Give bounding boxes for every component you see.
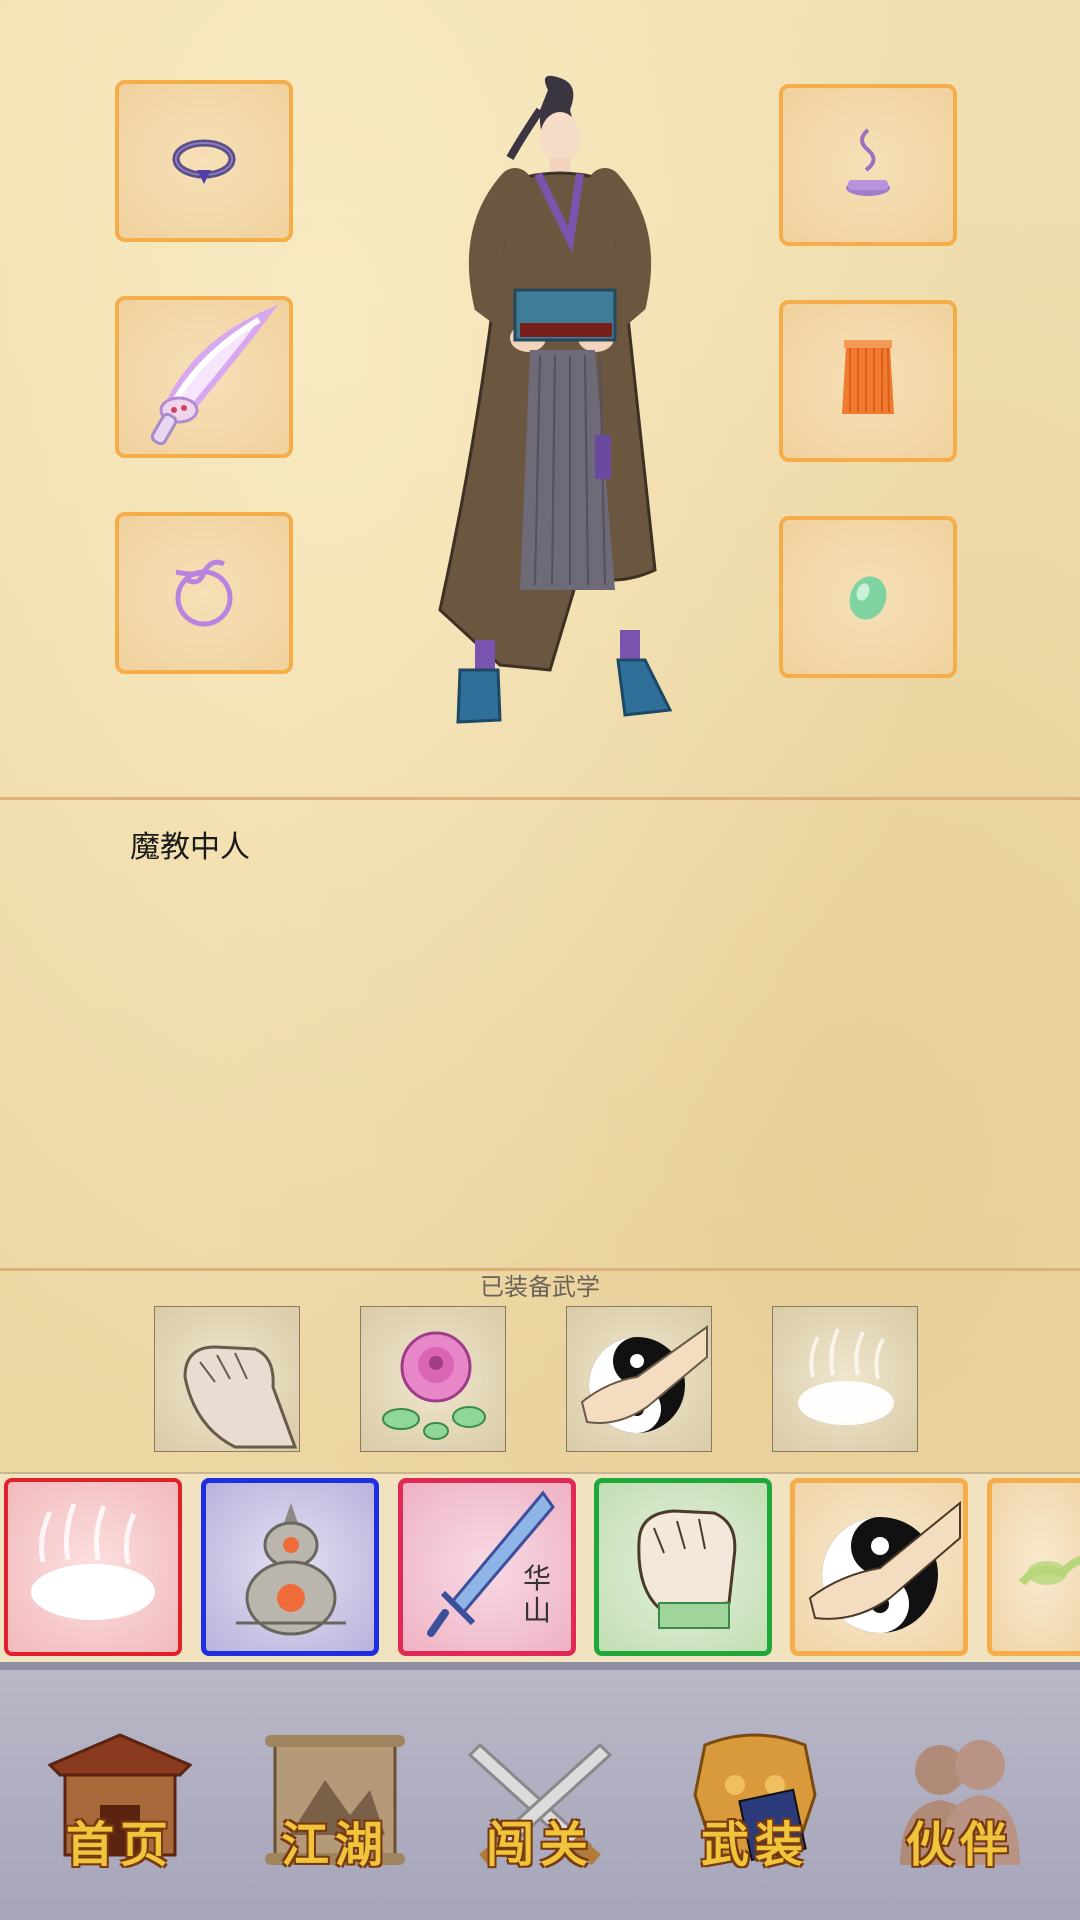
martial-slot-rose[interactable] bbox=[360, 1306, 506, 1452]
nav-home-label: 首页 bbox=[65, 1817, 174, 1873]
gourd-icon bbox=[236, 1503, 346, 1636]
nav-chuangguan-label: 闯关 bbox=[485, 1817, 594, 1873]
nav-jianghu[interactable]: 江湖 bbox=[255, 1725, 415, 1885]
rose-icon bbox=[382, 1331, 486, 1440]
jade-icon bbox=[849, 576, 887, 620]
skill-card-herb[interactable] bbox=[987, 1478, 1080, 1656]
equip-slot-weapon[interactable] bbox=[115, 296, 293, 458]
equip-slot-incense[interactable] bbox=[779, 84, 957, 246]
incense-icon bbox=[846, 128, 890, 196]
knot-bracelet-icon bbox=[175, 559, 233, 627]
robe-icon bbox=[842, 340, 894, 414]
equip-slot-bracelet[interactable] bbox=[115, 512, 293, 674]
character-figure bbox=[438, 75, 673, 724]
nav-jianghu-label: 江湖 bbox=[280, 1817, 389, 1873]
skill-bar: 华山 bbox=[0, 1472, 1080, 1664]
nav-home[interactable]: 首页 bbox=[40, 1725, 200, 1885]
equipped-martial-label: 已装备武学 bbox=[480, 1273, 600, 1301]
mist-icon bbox=[31, 1503, 155, 1620]
herb-icon bbox=[1018, 1556, 1080, 1586]
skill-card-mist[interactable] bbox=[4, 1478, 182, 1656]
fist-icon bbox=[637, 1509, 737, 1629]
saber-icon bbox=[150, 304, 279, 446]
fist-icon bbox=[183, 1345, 298, 1449]
skill-card-sword[interactable]: 华山 bbox=[398, 1478, 576, 1656]
nav-wuzhuang[interactable]: 武装 bbox=[675, 1725, 835, 1885]
bottom-nav: 首页 江湖 闯关 武装 伙伴 bbox=[0, 1662, 1080, 1920]
skill-sword-text: 华山 bbox=[523, 1562, 552, 1627]
taiji-palm-icon bbox=[808, 1500, 961, 1633]
nav-huoban-label: 伙伴 bbox=[905, 1817, 1014, 1873]
nav-wuzhuang-label: 武装 bbox=[700, 1817, 809, 1873]
character-name: 魔教中人 bbox=[130, 830, 250, 865]
mist-icon bbox=[798, 1328, 894, 1425]
ring-icon bbox=[172, 139, 236, 184]
equip-slot-jade[interactable] bbox=[779, 516, 957, 678]
skill-card-fist[interactable] bbox=[594, 1478, 772, 1656]
nav-chuangguan[interactable]: 闯关 bbox=[460, 1725, 620, 1885]
divider-top bbox=[0, 797, 1080, 800]
skill-card-gourd[interactable] bbox=[201, 1478, 379, 1656]
equip-slot-ring[interactable] bbox=[115, 80, 293, 242]
martial-slot-taiji[interactable] bbox=[566, 1306, 712, 1452]
martial-slot-mist[interactable] bbox=[772, 1306, 918, 1452]
skill-card-taiji[interactable] bbox=[790, 1478, 968, 1656]
taiji-palm-icon bbox=[580, 1325, 708, 1433]
equip-slot-robe[interactable] bbox=[779, 300, 957, 462]
martial-slot-fist[interactable] bbox=[154, 1306, 300, 1452]
nav-huoban[interactable]: 伙伴 bbox=[880, 1725, 1040, 1885]
